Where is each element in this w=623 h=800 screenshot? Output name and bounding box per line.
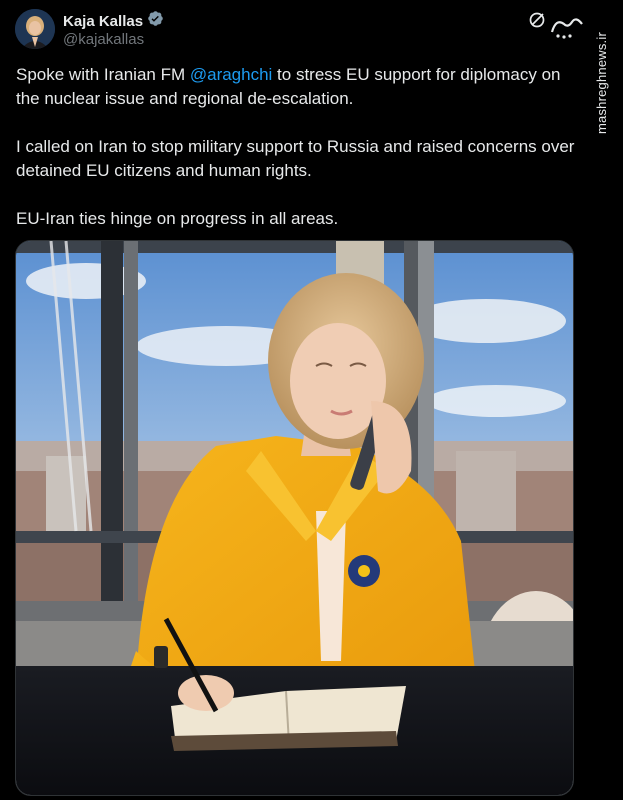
avatar[interactable] (15, 9, 55, 49)
author-handle[interactable]: @kajakallas (63, 31, 144, 48)
mashregh-logo-icon (548, 12, 588, 42)
author-name-row[interactable]: Kaja Kallas (63, 10, 164, 32)
grok-icon[interactable] (528, 11, 546, 29)
author-display-name[interactable]: Kaja Kallas (63, 13, 143, 30)
tweet-text: Spoke with Iranian FM @araghchi to stres… (16, 63, 576, 255)
verified-badge-icon (147, 10, 164, 32)
tweet-paragraph-1: Spoke with Iranian FM @araghchi to stres… (16, 65, 561, 108)
tweet-photo[interactable] (15, 240, 574, 796)
mention-link[interactable]: @araghchi (190, 65, 272, 84)
tweet-paragraph-3: EU-Iran ties hinge on progress in all ar… (16, 209, 339, 228)
tweet-paragraph-2: I called on Iran to stop military suppor… (16, 137, 575, 180)
watermark-site: mashreghnews.ir (594, 32, 609, 134)
tweet-card: Kaja Kallas @kajakallas Spoke with Irani… (0, 0, 590, 800)
